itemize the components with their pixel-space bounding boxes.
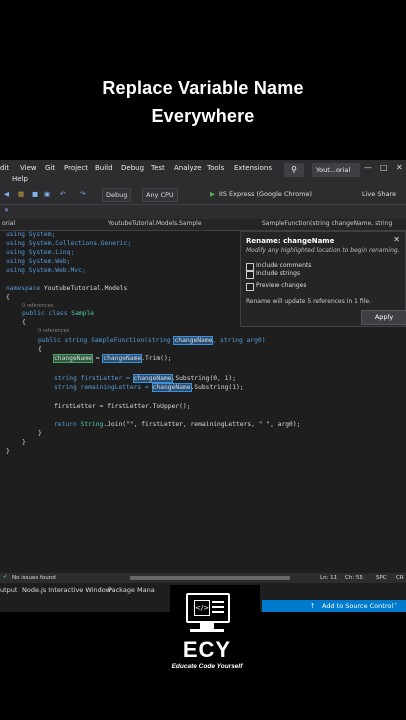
preview-changes-label: Preview changes — [256, 282, 307, 289]
code-line-upper: firstLetter = firstLetter.ToUpper(); — [54, 403, 191, 410]
save-icon[interactable]: ■ — [32, 188, 38, 200]
include-comments-label: Include comments — [256, 262, 312, 269]
redo-icon[interactable]: ↷ — [80, 188, 85, 200]
add-to-source-control[interactable]: Add to Source Control — [322, 600, 393, 612]
code-line: using System.Web; — [6, 258, 71, 265]
brace: } — [6, 448, 10, 455]
rename-title: Rename: changeName — [246, 237, 335, 245]
preview-changes-checkbox[interactable] — [246, 283, 254, 291]
include-strings-checkbox[interactable] — [246, 271, 254, 279]
menu-view[interactable]: View — [20, 164, 37, 172]
text-lines-icon — [212, 601, 224, 616]
code-line: using System.Linq; — [6, 249, 75, 256]
toolbar: ◀ ▦ ■ ▣ ↶ ↷ Debug Any CPU ▶ IIS Express … — [0, 184, 406, 205]
save-all-icon[interactable]: ▣ — [44, 188, 50, 200]
close-tab-icon[interactable]: ✕ — [4, 207, 9, 214]
logo-tagline: Educate Code Yourself — [171, 663, 243, 670]
solution-name: Yout...orial — [312, 163, 360, 177]
nav-member[interactable]: SampleFunction(string changeName, string — [262, 220, 392, 227]
code-line-return: return String.Join("", firstLetter, rema… — [54, 421, 301, 428]
menu-bar: dit View Git Project Build Debug Test An… — [0, 160, 406, 184]
video-title-line2: Everywhere — [151, 106, 255, 126]
brace: } — [38, 430, 42, 437]
run-target-button[interactable]: IIS Express (Google Chrome) — [219, 188, 312, 200]
new-project-icon[interactable]: ▦ — [18, 188, 24, 200]
rename-subtitle: Modify any highlighted location to begin… — [246, 247, 400, 254]
line-indicator: Ln: 11 — [320, 575, 338, 581]
up-arrow-icon: ↑ — [310, 602, 316, 610]
apply-button[interactable]: Apply — [361, 310, 406, 325]
logo-name: ECY — [182, 637, 232, 662]
rename-highlight[interactable]: changeName — [53, 354, 93, 363]
brace: { — [38, 346, 42, 353]
horizontal-scrollbar[interactable] — [130, 576, 290, 580]
menu-tools[interactable]: Tools — [207, 164, 224, 172]
close-window-icon[interactable]: ✕ — [396, 163, 403, 172]
menu-help[interactable]: Help — [12, 175, 28, 183]
code-line-first-letter: string firstLetter = changeName.Substrin… — [54, 374, 236, 383]
tab-strip: ✕ — [0, 205, 406, 219]
tab-node-interactive[interactable]: Node.js Interactive Window — [22, 586, 111, 594]
rename-highlight[interactable]: changeName — [132, 374, 173, 383]
code-line-remaining: string remainingLetters = changeName.Sub… — [54, 383, 244, 392]
rename-info: Rename will update 5 references in 1 fil… — [246, 298, 371, 305]
ecy-logo: </> ECY Educate Code Yourself — [170, 585, 260, 685]
code-line: namespace YoutubeTutorial.Models — [6, 285, 128, 292]
code-brackets-icon: </> — [194, 600, 210, 616]
issues-status[interactable]: No issues found — [12, 575, 56, 581]
rename-highlight[interactable]: changeName — [173, 336, 214, 345]
source-control-bar[interactable]: ↑ Add to Source Control ˄ — [262, 600, 406, 612]
code-line: using System.Collections.Generic; — [6, 240, 132, 247]
video-title-line1: Replace Variable Name — [102, 78, 304, 98]
include-comments-checkbox[interactable] — [246, 263, 254, 271]
menu-extensions[interactable]: Extensions — [234, 164, 272, 172]
method-signature: public string SampleFunction(string chan… — [38, 336, 266, 345]
live-share-button[interactable]: Live Share — [362, 188, 396, 200]
nav-class[interactable]: YoutubeTutorial.Models.Sample — [108, 220, 202, 227]
menu-build[interactable]: Build — [95, 164, 113, 172]
brace: { — [6, 294, 10, 301]
indent-mode: SPC — [376, 575, 387, 581]
configuration-dropdown[interactable]: Debug — [102, 188, 132, 202]
check-icon: ✔ — [3, 574, 8, 580]
nav-project[interactable]: orial — [2, 220, 15, 227]
codelens-references[interactable]: 0 references — [22, 303, 53, 309]
close-icon[interactable]: ✕ — [393, 235, 400, 244]
maximize-icon[interactable]: □ — [380, 163, 388, 172]
brace: { — [22, 319, 26, 326]
rename-highlight[interactable]: changeName — [151, 383, 192, 392]
menu-git[interactable]: Git — [45, 164, 55, 172]
menu-project[interactable]: Project — [64, 164, 88, 172]
platform-dropdown[interactable]: Any CPU — [142, 188, 178, 202]
monitor-icon: </> — [186, 593, 230, 623]
brace: } — [22, 439, 26, 446]
tab-package-manager[interactable]: Package Mana — [108, 586, 155, 594]
status-strip: ✔ No issues found Ln: 11 Ch: 55 SPC CR — [0, 573, 406, 583]
codelens-references[interactable]: 0 references — [38, 328, 69, 334]
undo-icon[interactable]: ↶ — [60, 188, 65, 200]
navigation-bar: orial YoutubeTutorial.Models.Sample Samp… — [0, 219, 406, 231]
minimize-icon[interactable]: — — [364, 163, 372, 172]
menu-analyze[interactable]: Analyze — [174, 164, 202, 172]
run-icon[interactable]: ▶ — [210, 188, 215, 200]
line-ending-mode: CR — [396, 575, 404, 581]
code-line: public class Sample — [22, 310, 95, 317]
search-icon[interactable]: ⚲ — [284, 163, 304, 177]
tab-output[interactable]: utput — [0, 586, 17, 594]
code-line: using System; — [6, 231, 56, 238]
code-line: using System.Web.Mvc; — [6, 267, 86, 274]
rename-panel: Rename: changeName ✕ Modify any highligh… — [240, 231, 406, 327]
include-strings-label: Include strings — [256, 270, 301, 277]
monitor-base — [190, 629, 224, 632]
visual-studio-window: dit View Git Project Build Debug Test An… — [0, 160, 406, 612]
column-indicator: Ch: 55 — [345, 575, 363, 581]
chevron-up-icon: ˄ — [394, 602, 398, 610]
rename-highlight[interactable]: changeName — [102, 354, 143, 363]
menu-edit[interactable]: dit — [0, 164, 9, 172]
menu-test[interactable]: Test — [151, 164, 165, 172]
menu-debug[interactable]: Debug — [121, 164, 144, 172]
navigate-back-icon[interactable]: ◀ — [4, 188, 9, 200]
code-line-trim: changeName = changeName.Trim(); — [53, 354, 172, 363]
